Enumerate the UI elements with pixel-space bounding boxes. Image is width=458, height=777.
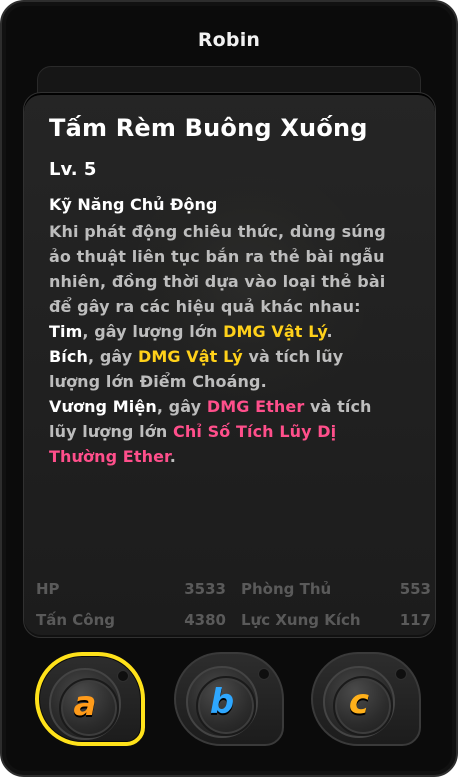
desc-line-5-mid: , gây lượng lớn (82, 322, 224, 341)
desc-vuong-mien: Vương Miện (49, 397, 157, 416)
skill-tab-b[interactable]: b (174, 652, 284, 746)
desc-line-5-suffix: . (326, 322, 333, 341)
desc-bich: Bích (49, 347, 88, 366)
stat-atk: Tấn Công 4380 (36, 610, 226, 630)
stat-impact-label: Lực Xung Kích (241, 611, 361, 629)
stat-def-label: Phòng Thủ (241, 580, 332, 598)
skill-section-title: Kỹ Năng Chủ Động (49, 195, 218, 214)
stat-impact: Lực Xung Kích 117 (241, 610, 431, 630)
skill-info-card: Tấm Rèm Buông Xuống Lv. 5 Kỹ Năng Chủ Độ… (23, 92, 436, 638)
device-frame: Robin Tấm Rèm Buông Xuống Lv. 5 Kỹ Năng … (0, 0, 458, 777)
desc-line-8-mid: , gây (156, 397, 207, 416)
desc-line-10: Thường Ether. (49, 444, 404, 469)
desc-line-4: để gây ra các hiệu quả khác nhau: (49, 297, 361, 316)
skill-a-icon: a (73, 684, 97, 724)
stat-hp: HP 3533 (36, 579, 226, 599)
stat-impact-value: 117 (399, 611, 431, 629)
stat-hp-label: HP (36, 580, 60, 598)
desc-tim: Tim (49, 322, 83, 341)
desc-chi-so-tich-luy: Chỉ Số Tích Lũy Dị (173, 422, 337, 441)
skill-info-content: Tấm Rèm Buông Xuống Lv. 5 Kỹ Năng Chủ Độ… (49, 113, 415, 469)
desc-line-6: Bích, gây DMG Vật Lý và tích lũy (49, 344, 404, 369)
skill-b-icon: b (209, 682, 235, 722)
stat-def-value: 553 (399, 580, 431, 598)
skill-tab-c[interactable]: c (311, 652, 421, 746)
stat-def: Phòng Thủ 553 (241, 579, 431, 599)
skill-tab-a[interactable]: a (35, 652, 145, 746)
desc-thuong-ether: Thường Ether (49, 447, 170, 466)
skill-c-icon: c (348, 682, 370, 722)
stat-hp-value: 3533 (184, 580, 226, 598)
desc-dmg-vat-ly-1: DMG Vật Lý (223, 322, 327, 341)
skill-name: Tấm Rèm Buông Xuống (49, 114, 368, 142)
desc-line-9-prefix: lũy lượng lớn (49, 422, 173, 441)
stats-panel: HP 3533 Phòng Thủ 553 Tấn Công 4380 Lực … (36, 579, 431, 633)
desc-line-8-suffix: và tích (304, 397, 372, 416)
desc-dmg-ether: DMG Ether (206, 397, 305, 416)
desc-line-3: nhiên, đồng thời dựa vào loại thẻ bài (49, 272, 386, 291)
desc-line-2: ảo thuật liên tục bắn ra thẻ bài ngẫu (49, 247, 385, 266)
skill-level: Lv. 5 (49, 159, 97, 180)
stat-atk-label: Tấn Công (36, 611, 115, 629)
desc-line-7: lượng lớn Điểm Choáng. (49, 372, 267, 391)
skill-description: Khi phát động chiêu thức, dùng súng ảo t… (49, 219, 404, 469)
desc-line-10-suffix: . (169, 447, 176, 466)
desc-line-5: Tim, gây lượng lớn DMG Vật Lý. (49, 319, 404, 344)
desc-line-8: Vương Miện, gây DMG Ether và tích (49, 394, 404, 419)
desc-dmg-vat-ly-2: DMG Vật Lý (137, 347, 243, 366)
desc-line-1: Khi phát động chiêu thức, dùng súng (49, 222, 386, 241)
desc-line-6-mid: , gây (87, 347, 138, 366)
stat-atk-value: 4380 (184, 611, 226, 629)
desc-line-9: lũy lượng lớn Chỉ Số Tích Lũy Dị (49, 419, 404, 444)
desc-line-6-suffix: và tích lũy (242, 347, 344, 366)
page-title: Robin (197, 29, 261, 51)
